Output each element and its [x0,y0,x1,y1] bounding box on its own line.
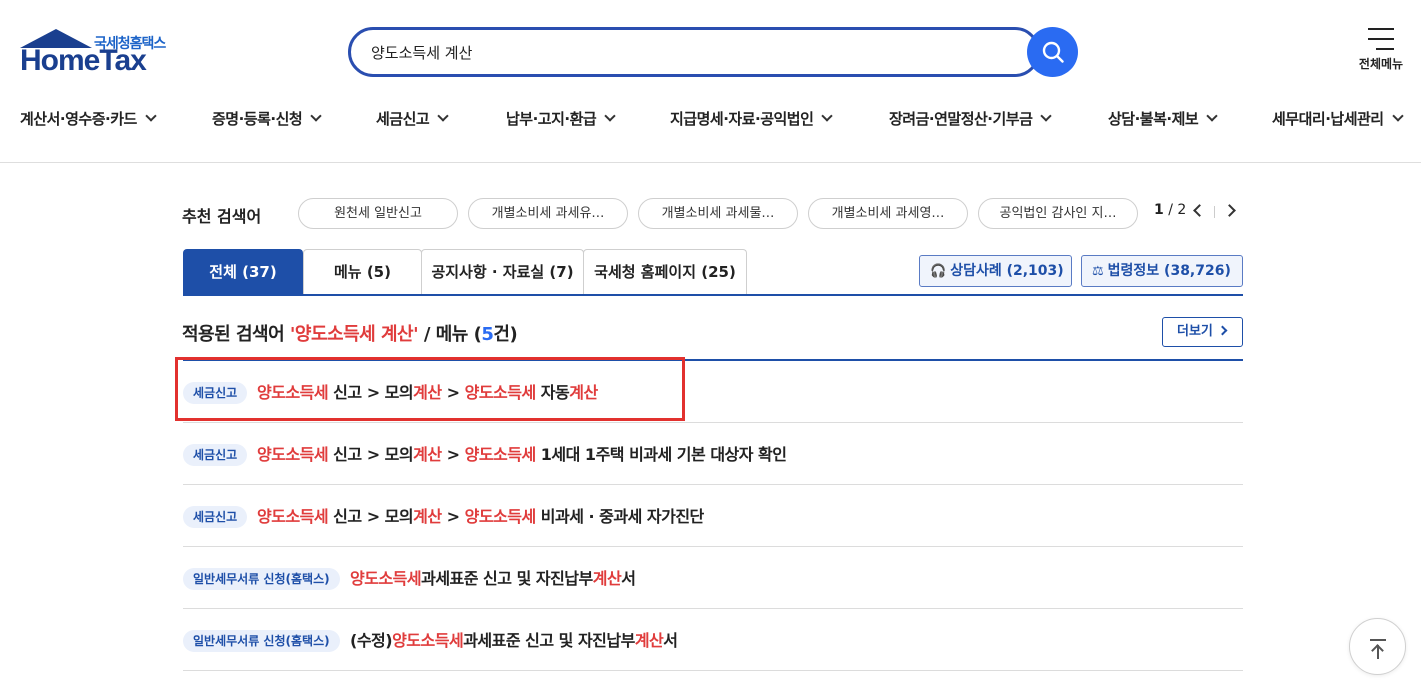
keyword-highlight: 계산 [413,507,442,526]
gnb-item-incentive[interactable]: 장려금·연말정산·기부금 [889,108,1053,129]
chevron-down-icon [145,110,157,122]
chevron-down-icon [604,110,616,122]
keyword-highlight: 계산 [569,383,598,402]
category-badge: 세금신고 [183,444,248,466]
keyword-highlight: 계산 [413,383,442,402]
result-menu-path[interactable]: 양도소득세 신고 > 모의계산 > 양도소득세 1세대 1주택 비과세 기본 대… [257,441,787,465]
search-icon [1042,41,1064,63]
chevron-left-icon[interactable] [1193,204,1206,217]
recommended-chip[interactable]: 공익법인 감사인 지… [978,198,1138,229]
gnb-item-consult[interactable]: 상담·불복·제보 [1108,108,1218,129]
path-text: > [441,383,465,402]
gnb-item-statement[interactable]: 지급명세·자료·공익법인 [670,108,834,129]
recommended-chip[interactable]: 원천세 일반신고 [298,198,458,229]
all-menu-button[interactable]: 전체메뉴 [1350,24,1412,80]
category-badge: 일반세무서류 신청(홈택스) [183,568,340,590]
gnb-item-payment[interactable]: 납부·고지·환급 [506,108,616,129]
path-text: 서 [621,569,636,588]
pager-total: / 2 [1168,202,1187,218]
chevron-down-icon [821,110,834,122]
keyword-highlight: 계산 [634,631,664,650]
result-heading: 적용된 검색어 '양도소득세 계산' / 메뉴 (5건) [182,324,518,345]
gnb-item-invoice[interactable]: 계산서·영수증·카드 [20,108,157,129]
keyword-highlight: 양도소득세 [350,569,422,588]
pager-current: 1 [1154,202,1164,218]
path-text: > [441,507,465,526]
path-text: 신고 > 모의 [328,445,414,464]
chevron-down-icon [1391,110,1404,122]
path-text: 1세대 1주택 비과세 기본 대상자 확인 [535,445,787,464]
tab-all[interactable]: 전체 (37) [183,249,303,295]
chevron-down-icon [1206,110,1218,122]
path-text: 서 [663,631,678,650]
applied-query: '양도소득세 계산' [289,324,419,345]
tab-underline [183,294,1243,296]
chevron-down-icon [310,110,322,122]
recommended-chip[interactable]: 개별소비세 과세유… [468,198,628,229]
gnb-item-certificate[interactable]: 증명·등록·신청 [212,108,322,129]
category-badge: 세금신고 [183,506,248,528]
result-count: 5 [481,324,494,345]
gnb-item-tax-return[interactable]: 세금신고 [376,108,449,129]
result-row[interactable]: 세금신고 양도소득세 신고 > 모의계산 > 양도소득세 자동계산 [183,361,1243,423]
result-row[interactable]: 세금신고 양도소득세 신고 > 모의계산 > 양도소득세 1세대 1주택 비과세 … [183,423,1243,485]
hamburger-icon [1368,28,1394,50]
recommended-chip[interactable]: 개별소비세 과세영… [808,198,968,229]
chevron-right-icon [1217,325,1228,336]
search-input[interactable] [371,40,1011,64]
arrow-up-icon [1370,639,1386,641]
keyword-highlight: 양도소득세 [464,445,537,464]
recommended-chip[interactable]: 개별소비세 과세물… [638,198,798,229]
logo-wordmark[interactable]: HomeTax [20,44,147,78]
keyword-highlight: 양도소득세 [464,383,537,402]
chevron-down-icon [1040,110,1053,122]
scroll-to-top-button[interactable] [1349,618,1406,675]
headset-icon: 🎧 [930,264,947,279]
path-text: 과세표준 신고 및 자진납부 [463,631,635,650]
result-menu-path[interactable]: (수정)양도소득세과세표준 신고 및 자진납부계산서 [350,627,678,651]
keyword-highlight: 양도소득세 [257,383,329,402]
pager-divider [1214,206,1215,218]
keyword-highlight: 양도소득세 [257,445,329,464]
all-menu-label: 전체메뉴 [1358,57,1404,71]
result-menu-path[interactable]: 양도소득세 신고 > 모의계산 > 양도소득세 자동계산 [257,379,598,403]
result-row[interactable]: 세금신고 양도소득세 신고 > 모의계산 > 양도소득세 비과세 · 중과세 자가… [183,485,1243,547]
recommended-keywords-label: 추천 검색어 [182,207,262,226]
result-menu-path[interactable]: 양도소득세 신고 > 모의계산 > 양도소득세 비과세 · 중과세 자가진단 [257,503,704,527]
site-header: 국세청홈택스 HomeTax 전체메뉴 계산서·영수증·카드 증명·등록·신청 … [0,0,1421,163]
path-text: 과세표준 신고 및 자진납부 [421,569,593,588]
tab-nts-homepage[interactable]: 국세청 홈페이지 (25) [583,249,747,295]
consult-cases-button[interactable]: 🎧 상담사례 (2,103) [919,255,1072,287]
tab-notice[interactable]: 공지사항 · 자료실 (7) [421,249,584,295]
tab-menu[interactable]: 메뉴 (5) [303,249,422,295]
path-text: 신고 > 모의 [328,507,414,526]
result-row[interactable]: 일반세무서류 신청(홈택스) 양도소득세과세표준 신고 및 자진납부계산서 [183,547,1243,609]
result-menu-path[interactable]: 양도소득세과세표준 신고 및 자진납부계산서 [350,565,636,589]
keyword-highlight: 계산 [592,569,622,588]
chip-pager: 1 / 2 [1154,202,1186,218]
more-button[interactable]: 더보기 [1162,317,1243,347]
path-text: (수정) [350,631,393,650]
chevron-right-icon[interactable] [1223,204,1236,217]
keyword-highlight: 양도소득세 [392,631,464,650]
search-button[interactable] [1027,27,1078,77]
keyword-highlight: 양도소득세 [464,507,537,526]
keyword-highlight: 계산 [413,445,442,464]
search-box [348,27,1040,77]
gavel-icon: ⚖ [1092,264,1104,279]
gnb-item-agent[interactable]: 세무대리·납세관리 [1272,108,1404,129]
path-text: 자동 [535,383,570,402]
keyword-highlight: 양도소득세 [257,507,329,526]
category-badge: 일반세무서류 신청(홈택스) [183,630,340,652]
result-row[interactable]: 일반세무서류 신청(홈택스) (수정)양도소득세과세표준 신고 및 자진납부계산서 [183,609,1243,671]
law-info-button[interactable]: ⚖ 법령정보 (38,726) [1081,255,1243,287]
path-text: > [441,445,465,464]
path-text: 신고 > 모의 [328,383,414,402]
category-badge: 세금신고 [183,382,248,404]
chevron-down-icon [437,110,449,122]
path-text: 비과세 · 중과세 자가진단 [535,507,705,526]
